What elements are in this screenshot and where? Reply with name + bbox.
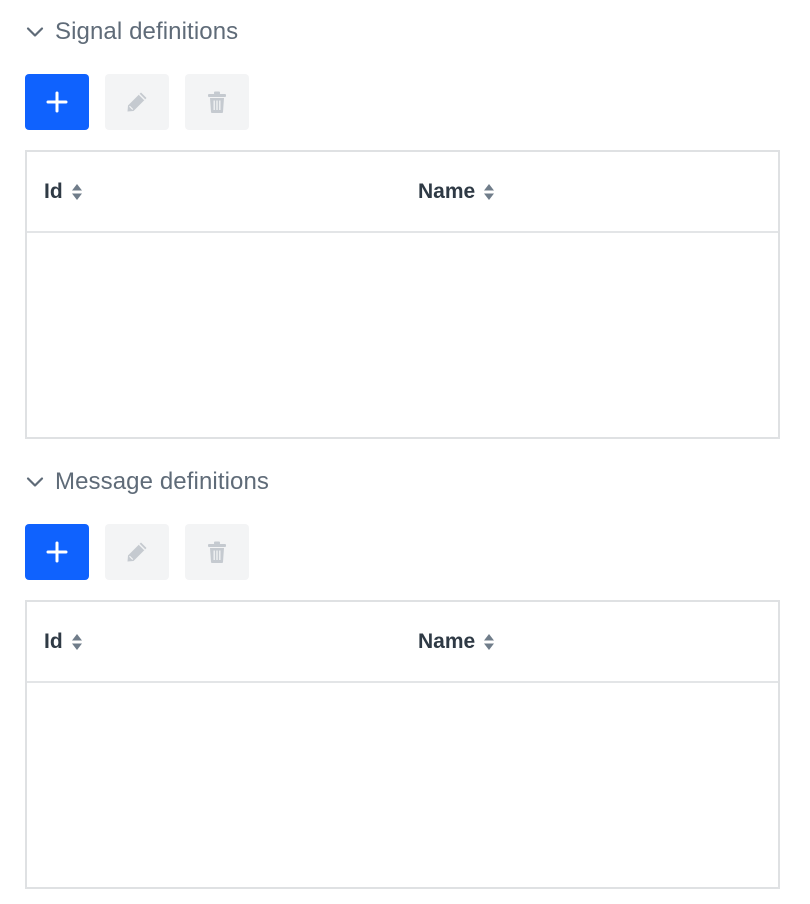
column-header-id[interactable]: Id	[44, 180, 83, 204]
table-body	[27, 233, 778, 437]
message-definitions-section: Message definitions Id Name	[25, 462, 780, 889]
table-header: Id Name	[27, 152, 778, 233]
sort-icon[interactable]	[71, 632, 83, 652]
edit-message-button[interactable]	[105, 524, 169, 580]
signal-definitions-section: Signal definitions Id Name	[25, 12, 780, 439]
trash-icon	[208, 541, 226, 563]
signal-definitions-header[interactable]: Signal definitions	[25, 12, 778, 52]
column-header-name[interactable]: Name	[418, 630, 495, 654]
pencil-icon	[127, 92, 147, 112]
delete-signal-button[interactable]	[185, 74, 249, 130]
sort-icon[interactable]	[483, 182, 495, 202]
chevron-down-icon[interactable]	[25, 21, 47, 43]
edit-signal-button[interactable]	[105, 74, 169, 130]
column-header-id[interactable]: Id	[44, 630, 83, 654]
add-signal-button[interactable]	[25, 74, 89, 130]
sort-icon[interactable]	[71, 182, 83, 202]
trash-icon	[208, 91, 226, 113]
pencil-icon	[127, 542, 147, 562]
message-definitions-header[interactable]: Message definitions	[25, 462, 778, 502]
chevron-down-icon[interactable]	[25, 471, 47, 493]
column-header-name[interactable]: Name	[418, 180, 495, 204]
signal-definitions-table: Id Name	[25, 150, 780, 439]
delete-message-button[interactable]	[185, 524, 249, 580]
plus-icon	[46, 541, 68, 563]
column-label: Id	[44, 179, 63, 203]
table-header: Id Name	[27, 602, 778, 683]
sort-icon[interactable]	[483, 632, 495, 652]
table-body	[27, 683, 778, 887]
message-toolbar	[25, 524, 778, 580]
column-label: Name	[418, 179, 476, 203]
signal-toolbar	[25, 74, 778, 130]
add-message-button[interactable]	[25, 524, 89, 580]
message-definitions-table: Id Name	[25, 600, 780, 889]
column-label: Name	[418, 629, 476, 653]
section-title: Message definitions	[55, 468, 270, 495]
section-title: Signal definitions	[55, 18, 239, 45]
plus-icon	[46, 91, 68, 113]
column-label: Id	[44, 629, 63, 653]
